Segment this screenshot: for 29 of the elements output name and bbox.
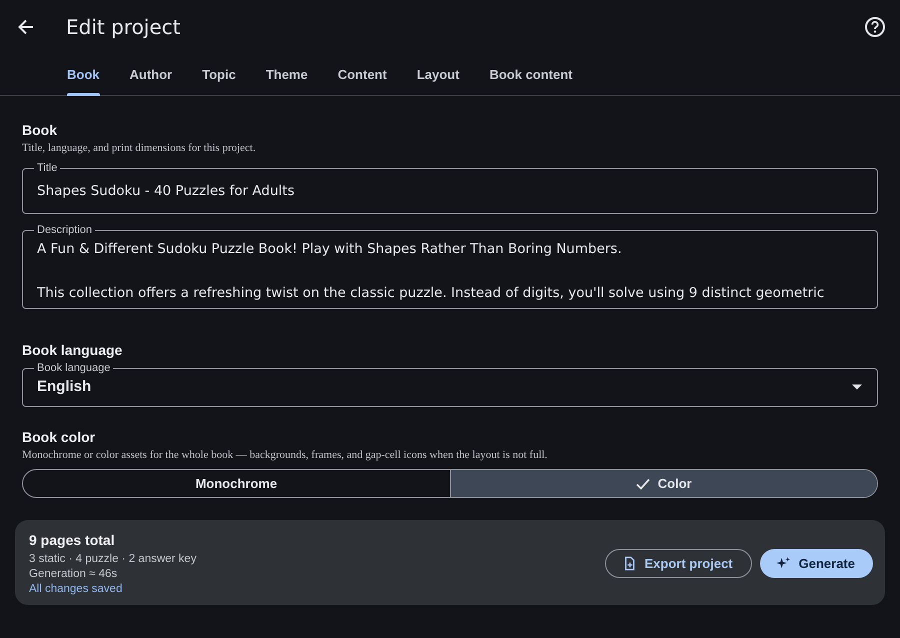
tab[interactable]: Theme bbox=[256, 54, 318, 95]
title-field[interactable]: Title Shapes Sudoku - 40 Puzzles for Adults bbox=[22, 162, 878, 214]
help-icon[interactable] bbox=[864, 16, 886, 38]
back-arrow-icon[interactable] bbox=[16, 17, 36, 37]
segment-option[interactable]: Monochrome bbox=[23, 470, 450, 497]
language-dropdown[interactable]: Book language English bbox=[22, 362, 878, 407]
page-breakdown: 3 static · 4 puzzle · 2 answer key bbox=[29, 553, 198, 565]
tab[interactable]: Content bbox=[328, 54, 397, 95]
description-field[interactable]: Description A Fun & Different Sudoku Puzzle Book! Play with Shapes Rather Than Boring Numbers. This collection offers a refreshing twist on the classic puzzle. Instead of digits, you'll solve using 9 distinct geometric bbox=[22, 224, 878, 309]
export-button[interactable]: Export project bbox=[604, 549, 752, 578]
tab[interactable]: Book bbox=[57, 54, 110, 95]
tab[interactable]: Author bbox=[120, 54, 182, 95]
tab[interactable]: Layout bbox=[406, 54, 470, 95]
tab[interactable]: Topic bbox=[192, 54, 246, 95]
generation-time: Generation ≈ 46s bbox=[29, 568, 118, 580]
section-heading: Book language bbox=[22, 342, 124, 358]
check-icon bbox=[636, 478, 650, 490]
section-description: Title, language, and print dimensions for this project. bbox=[22, 142, 257, 154]
tab[interactable]: Book content bbox=[479, 54, 583, 95]
page-title: Edit project bbox=[66, 15, 182, 39]
section-heading: Book color bbox=[22, 429, 96, 445]
section-heading: Book bbox=[22, 122, 58, 138]
segment-option[interactable]: Color bbox=[450, 470, 877, 497]
page-total: 9 pages total bbox=[29, 532, 116, 548]
caret-icon bbox=[851, 383, 863, 391]
generate-button[interactable]: Generate bbox=[760, 549, 873, 578]
save-status: All changes saved bbox=[29, 583, 124, 595]
sparkle-icon bbox=[776, 556, 791, 571]
section-description: Monochrome or color assets for the whole book — backgrounds, frames, and gap-cell icons when the layout is not full. bbox=[22, 449, 548, 461]
